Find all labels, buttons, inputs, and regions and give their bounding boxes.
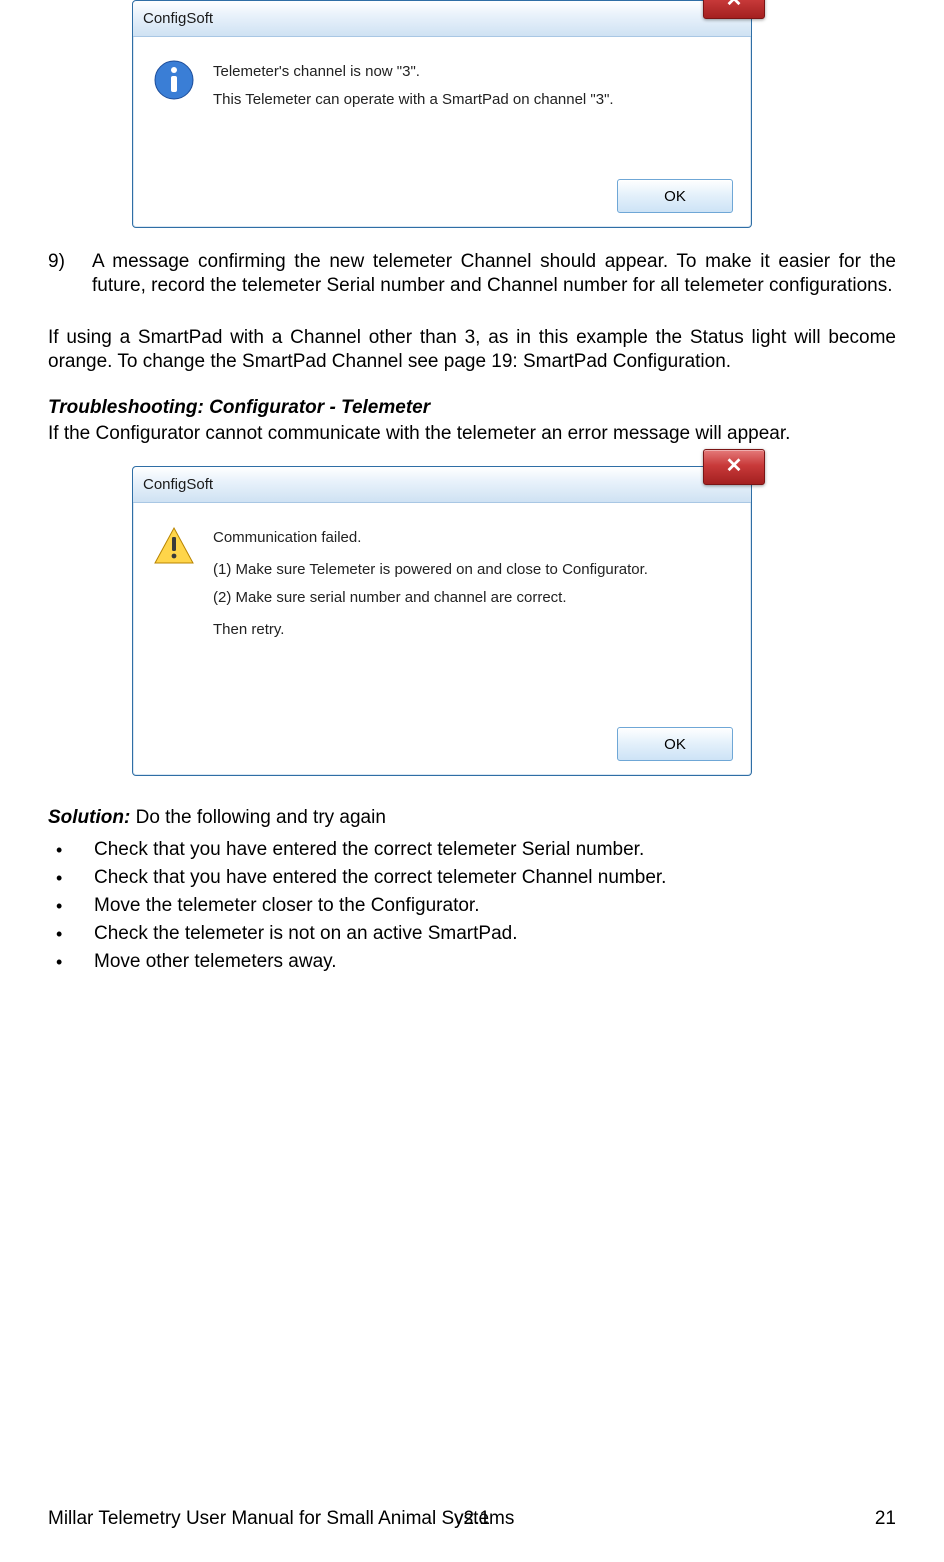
dialog-error: ConfigSoft ✕ Communication failed. (1) M… (132, 466, 752, 776)
close-icon: ✕ (704, 450, 764, 484)
footer-page: 21 (875, 1508, 896, 1530)
warning-icon (153, 525, 195, 567)
close-icon: ✕ (704, 0, 764, 18)
step-number: 9) (48, 250, 92, 298)
error-line-1: Communication failed. (213, 527, 731, 549)
info-icon (153, 59, 195, 101)
solution-lead: Solution: (48, 807, 130, 828)
ok-button[interactable]: OK (617, 179, 733, 213)
troubleshooting-heading: Troubleshooting: Configurator - Telemete… (48, 396, 896, 420)
close-button[interactable]: ✕ (703, 0, 765, 19)
page-footer: Millar Telemetry User Manual for Small A… (48, 1508, 896, 1530)
solution-rest: Do the following and try again (130, 807, 386, 828)
step-9: 9) A message confirming the new telemete… (48, 250, 896, 298)
list-item: Move the telemeter closer to the Configu… (48, 892, 896, 920)
step-text: A message confirming the new telemeter C… (92, 250, 896, 298)
dialog-line-1: Telemeter's channel is now "3". (213, 61, 731, 83)
error-line-4: Then retry. (213, 619, 731, 641)
dialog-title: ConfigSoft (143, 476, 213, 493)
paragraph-smartpad-note: If using a SmartPad with a Channel other… (48, 326, 896, 374)
close-button[interactable]: ✕ (703, 449, 765, 485)
list-item: Check that you have entered the correct … (48, 836, 896, 864)
solution-line: Solution: Do the following and try again (48, 806, 896, 830)
solution-bullets: Check that you have entered the correct … (48, 836, 896, 976)
dialog-message: Telemeter's channel is now "3". This Tel… (213, 61, 731, 117)
ok-button[interactable]: OK (617, 727, 733, 761)
list-item: Check the telemeter is not on an active … (48, 920, 896, 948)
dialog-titlebar: ConfigSoft ✕ (133, 1, 751, 37)
list-item: Check that you have entered the correct … (48, 864, 896, 892)
list-item: Move other telemeters away. (48, 948, 896, 976)
dialog-line-2: This Telemeter can operate with a SmartP… (213, 89, 731, 111)
error-line-3: (2) Make sure serial number and channel … (213, 587, 731, 609)
footer-title: Millar Telemetry User Manual for Small A… (48, 1508, 514, 1530)
dialog-titlebar: ConfigSoft ✕ (133, 467, 751, 503)
dialog-title: ConfigSoft (143, 10, 213, 27)
dialog-message: Communication failed. (1) Make sure Tele… (213, 527, 731, 647)
troubleshooting-intro: If the Configurator cannot communicate w… (48, 422, 896, 446)
dialog-info: ConfigSoft ✕ Telemeter's channel is now … (132, 0, 752, 228)
error-line-2: (1) Make sure Telemeter is powered on an… (213, 559, 731, 581)
